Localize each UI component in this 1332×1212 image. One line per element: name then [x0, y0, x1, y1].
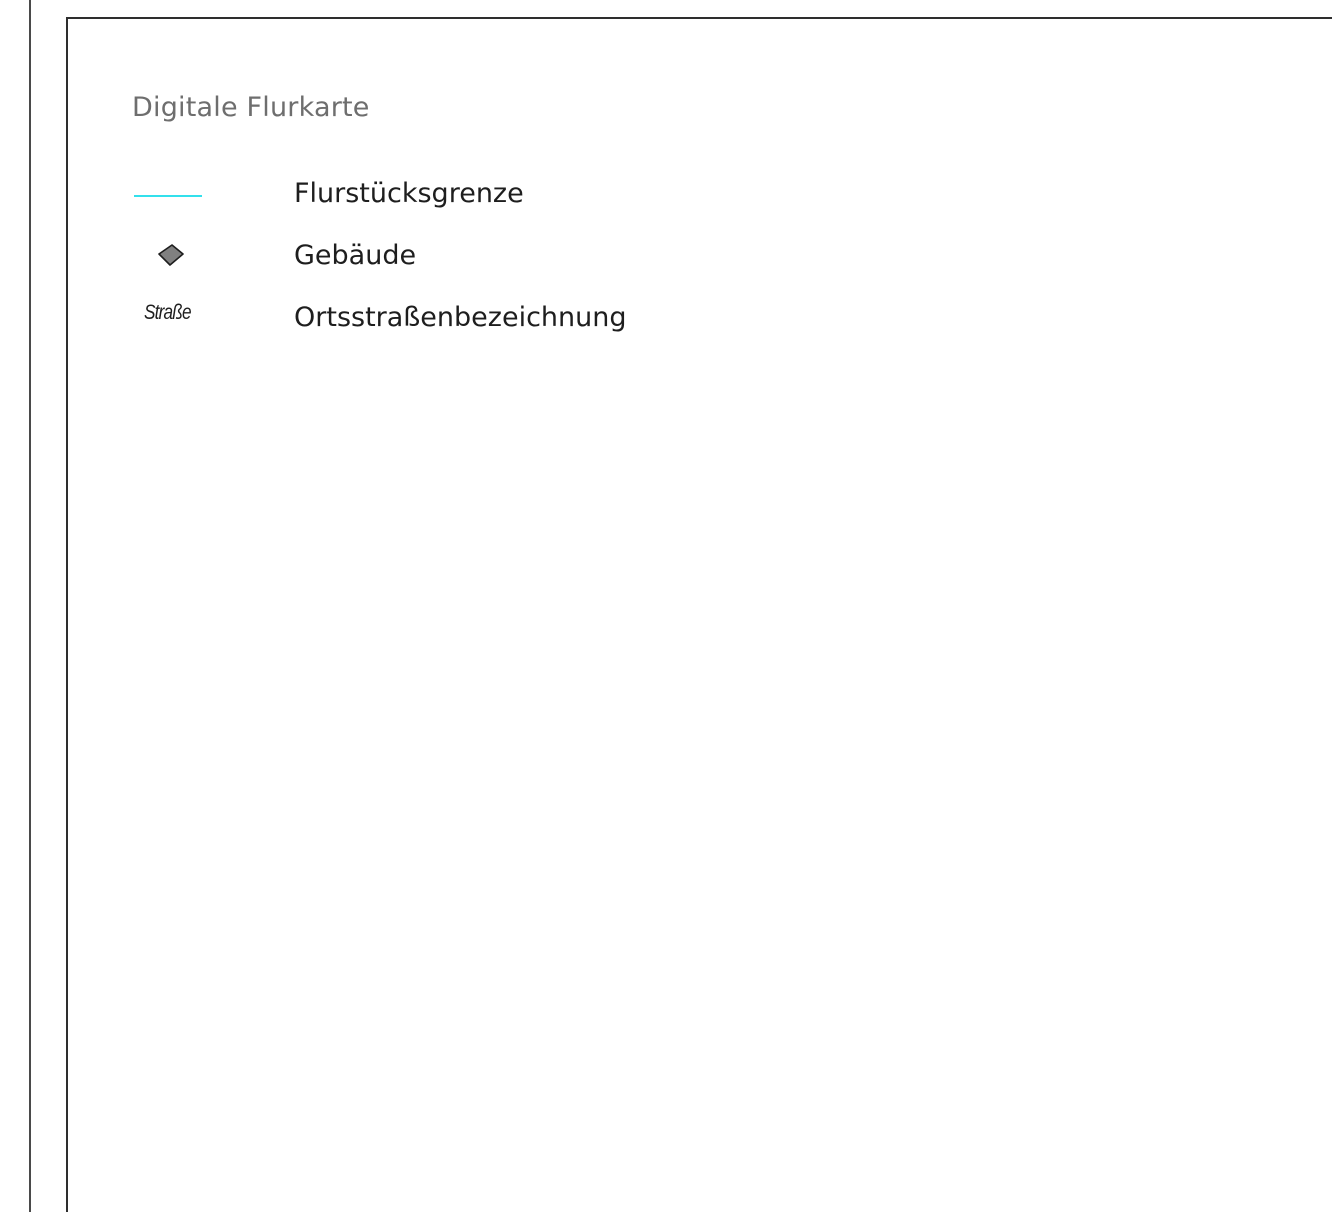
legend-item-label: Flurstücksgrenze: [294, 178, 524, 209]
legend-item-building: Gebäude: [132, 238, 832, 278]
street-name-symbol: Straße: [132, 300, 212, 340]
legend-title: Digitale Flurkarte: [132, 92, 370, 123]
legend-item-parcel-boundary: Flurstücksgrenze: [132, 176, 832, 216]
outer-frame-line: [29, 0, 31, 1212]
legend-item-label: Ortsstraßenbezeichnung: [294, 302, 627, 333]
legend-item-street-name: Straße Ortsstraßenbezeichnung: [132, 300, 832, 340]
street-name-sample: Straße: [144, 301, 192, 324]
building-icon: [158, 244, 184, 266]
map-legend-page: Digitale Flurkarte Flurstücksgrenze Gebä…: [0, 0, 1332, 1212]
legend-item-label: Gebäude: [294, 240, 417, 271]
parcel-boundary-symbol: [132, 176, 212, 216]
building-symbol: [132, 238, 212, 278]
parcel-boundary-line-icon: [134, 195, 202, 197]
